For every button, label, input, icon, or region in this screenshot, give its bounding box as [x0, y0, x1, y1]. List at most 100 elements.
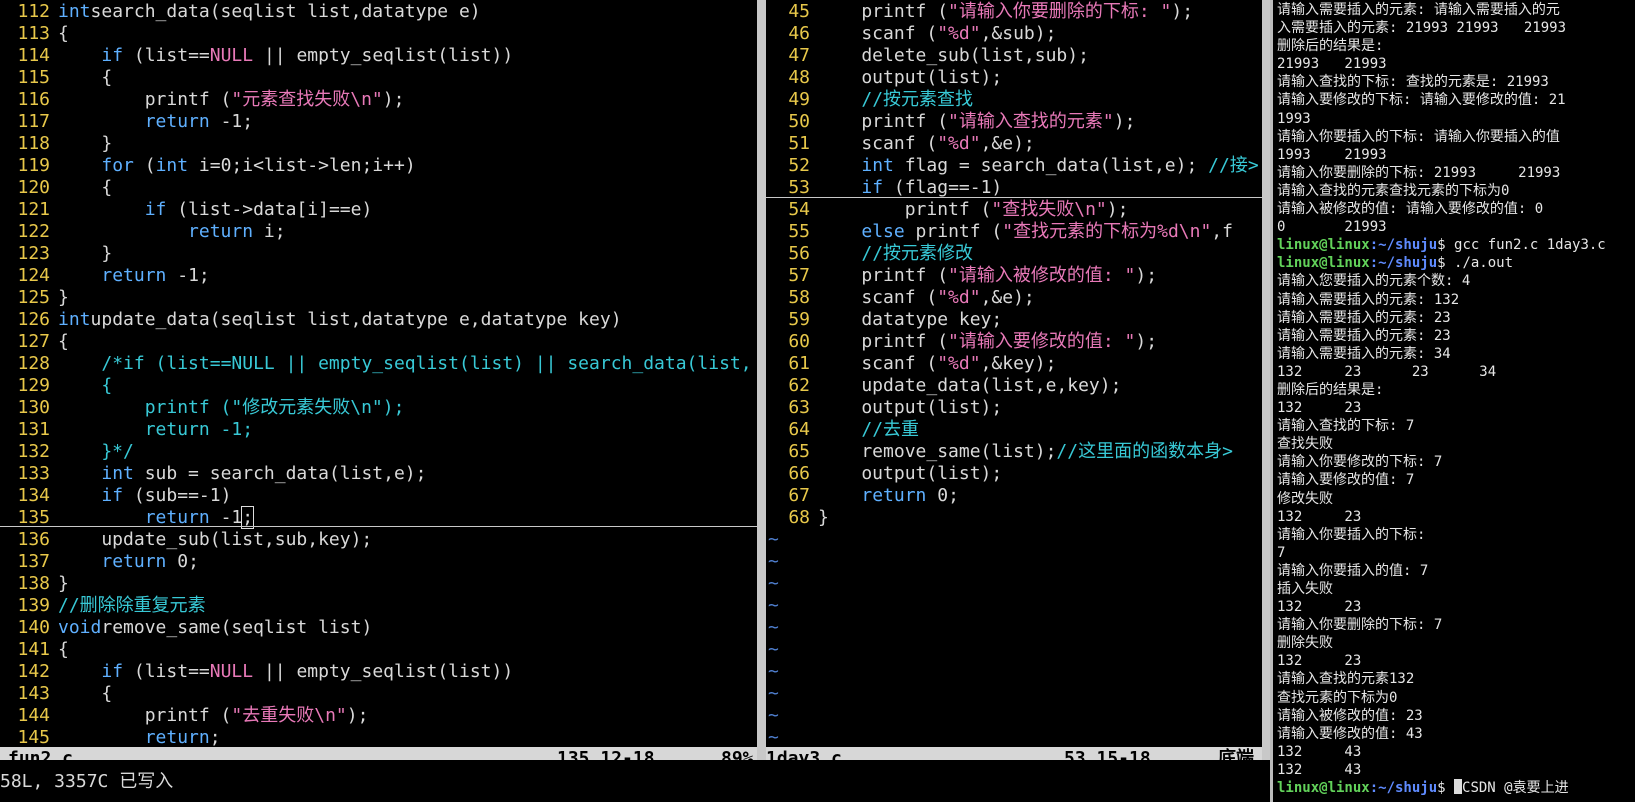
line-number: 62	[788, 375, 810, 396]
code-line[interactable]: 143 {	[0, 683, 757, 705]
code-token: 0;	[166, 551, 199, 572]
code-line[interactable]: 138}	[0, 573, 757, 595]
code-line[interactable]: 139 //删除除重复元素	[0, 595, 757, 617]
code-token: );	[382, 89, 405, 110]
code-line[interactable]: 112 intsearch_data(seqlist list,datatype …	[0, 1, 757, 23]
code-line[interactable]: 128 /*if (list==NULL || empty_seqlist(li…	[0, 353, 757, 375]
terminal-line: 21993 21993	[1277, 56, 1387, 73]
code-token: -1	[209, 507, 243, 528]
line-number: 145	[17, 727, 50, 748]
code-token: {	[58, 177, 113, 198]
code-token: {	[58, 23, 69, 44]
code-line[interactable]: 140 voidremove_same(seqlist list)	[0, 617, 757, 639]
code-line[interactable]: 116 printf ("元素查找失败\n");	[0, 89, 757, 111]
code-line[interactable]: 124 return -1;	[0, 265, 757, 287]
line-number: 52	[788, 155, 810, 176]
code-line[interactable]: 68}	[766, 507, 1262, 529]
empty-line-marker: ~	[768, 727, 779, 748]
code-token: {	[58, 375, 113, 396]
code-line[interactable]: 115 {	[0, 67, 757, 89]
code-line[interactable]: 46 scanf ("%d",&sub);	[766, 23, 1262, 45]
code-text: }	[50, 243, 112, 264]
code-text: printf ("请输入查找的元素");	[810, 111, 1135, 132]
line-number: 53	[788, 177, 810, 198]
code-token: }	[818, 507, 829, 528]
code-line[interactable]: 122 return i;	[0, 221, 757, 243]
terminal-pane[interactable]: 请输入需要插入的元素: 请输入需要插入的元 入需要插入的元素: 21993 219…	[1270, 0, 1635, 802]
code-line[interactable]: 49 //按元素查找	[766, 89, 1262, 111]
code-line[interactable]: 119 for (int i=0;i<list->len;i++)	[0, 155, 757, 177]
code-line[interactable]: 132 }*/	[0, 441, 757, 463]
code-line[interactable]: 144 printf ("去重失败\n");	[0, 705, 757, 727]
code-line[interactable]: 53 if (flag==-1)	[766, 177, 1262, 199]
code-line[interactable]: 50 printf ("请输入查找的元素");	[766, 111, 1262, 133]
terminal-line: 请输入被修改的值: 23	[1277, 707, 1423, 724]
code-line[interactable]: 129 {	[0, 375, 757, 397]
code-line[interactable]: 64 //去重	[766, 419, 1262, 441]
code-line[interactable]: 123 }	[0, 243, 757, 265]
empty-line-marker: ~	[768, 529, 779, 550]
code-line[interactable]: 57 printf ("请输入被修改的值: ");	[766, 265, 1262, 287]
code-line[interactable]: 133 int sub = search_data(list,e);	[0, 463, 757, 485]
code-line[interactable]: 120 {	[0, 177, 757, 199]
code-text: if (list==NULL || empty_seqlist(list))	[50, 45, 513, 66]
code-line[interactable]: 63 output(list);	[766, 397, 1262, 419]
code-line[interactable]: 121 if (list->data[i]==e)	[0, 199, 757, 221]
code-line[interactable]: 48 output(list);	[766, 67, 1262, 89]
code-line[interactable]: 131 return -1;	[0, 419, 757, 441]
code-token: );	[346, 705, 369, 726]
code-line[interactable]: 145 return;	[0, 727, 757, 749]
terminal-prompt: linux@linux:~/shuju$ CSDN @袁要上进	[1273, 779, 1635, 797]
terminal-divider	[1262, 0, 1270, 760]
code-line[interactable]: 137 return 0;	[0, 551, 757, 573]
code-line[interactable]: 117 return -1;	[0, 111, 757, 133]
terminal-line: 请输入需要插入的元素: 132	[1277, 291, 1460, 308]
code-line[interactable]: 118 }	[0, 133, 757, 155]
code-line[interactable]: 65 remove_same(list);//这里面的函数本身>	[766, 441, 1262, 463]
code-line[interactable]: 47 delete_sub(list,sub);	[766, 45, 1262, 67]
code-line[interactable]: 45 printf ("请输入你要删除的下标: ");	[766, 1, 1262, 23]
code-token: NULL	[209, 45, 254, 66]
code-line[interactable]: 127 {	[0, 331, 757, 353]
code-line[interactable]: 66 output(list);	[766, 463, 1262, 485]
code-text: output(list);	[810, 463, 1002, 484]
code-token: }	[58, 287, 69, 308]
line-number: 123	[17, 243, 50, 264]
code-line[interactable]: 59 datatype key;	[766, 309, 1262, 331]
code-line[interactable]: 126 intupdate_data(seqlist list,datatype …	[0, 309, 757, 331]
vertical-split-divider[interactable]	[757, 0, 766, 760]
terminal-prompt: linux@linux:~/shuju$ gcc fun2.c 1day3.c	[1273, 236, 1635, 254]
line-number: 56	[788, 243, 810, 264]
code-line[interactable]: 58 scanf ("%d",&e);	[766, 287, 1262, 309]
code-line[interactable]: 136 update_sub(list,sub,key);	[0, 529, 757, 551]
code-line[interactable]: 114 if (list==NULL || empty_seqlist(list…	[0, 45, 757, 67]
code-line[interactable]: 51 scanf ("%d",&e);	[766, 133, 1262, 155]
left-editor-pane[interactable]: 112 intsearch_data(seqlist list,datatype …	[0, 0, 757, 760]
code-line[interactable]: 67 return 0;	[766, 485, 1262, 507]
code-token: "请输入被修改的值: "	[948, 265, 1136, 286]
code-line[interactable]: 130 printf ("修改元素失败\n");	[0, 397, 757, 419]
code-line[interactable]: 134 if (sub==-1)	[0, 485, 757, 507]
code-text: /*if (list==NULL || empty_seqlist(list) …	[50, 353, 751, 374]
code-token: remove_same(list);	[818, 441, 1057, 462]
code-token: printf (	[904, 221, 1003, 242]
empty-line-marker: ~	[768, 595, 779, 616]
code-line[interactable]: 54 printf ("查找失败\n");	[766, 199, 1262, 221]
code-line[interactable]: 60 printf ("请输入要修改的值: ");	[766, 331, 1262, 353]
code-line[interactable]: 113 {	[0, 23, 757, 45]
code-line[interactable]: 55 else printf ("查找元素的下标为%d\n",f	[766, 221, 1262, 243]
terminal-line: 1993 21993	[1277, 146, 1387, 163]
code-line[interactable]: 56 //按元素修改	[766, 243, 1262, 265]
code-line[interactable]: 61 scanf ("%d",&key);	[766, 353, 1262, 375]
code-text: //按元素查找	[810, 89, 973, 110]
right-editor-pane[interactable]: 45 printf ("请输入你要删除的下标: "); 46 scanf ("%d…	[766, 0, 1262, 760]
code-token: update_data(seqlist list,datatype e,data…	[90, 309, 622, 330]
code-line[interactable]: 52 int flag = search_data(list,e); //接>	[766, 155, 1262, 177]
code-line[interactable]: 142 if (list==NULL || empty_seqlist(list…	[0, 661, 757, 683]
code-line[interactable]: 125}	[0, 287, 757, 309]
empty-line-marker: ~	[768, 617, 779, 638]
terminal-line: 请输入你要删除的下标: 21993 21993	[1277, 164, 1561, 181]
code-line[interactable]: 62 update_data(list,e,key);	[766, 375, 1262, 397]
code-line[interactable]: 141 {	[0, 639, 757, 661]
